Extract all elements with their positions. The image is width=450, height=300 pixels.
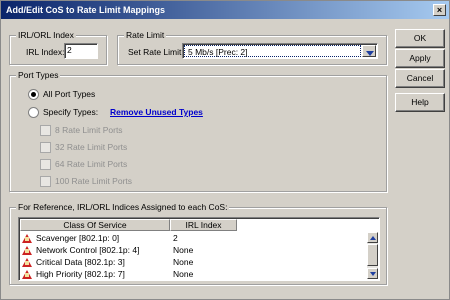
checkbox-64-rate-limit-ports-label: 64 Rate Limit Ports (55, 159, 128, 169)
table-row[interactable]: High Priority [802.1p: 7] None (20, 269, 368, 280)
specify-types-radio[interactable] (28, 107, 39, 118)
checkbox-8-rate-limit-ports-label: 8 Rate Limit Ports (55, 125, 123, 135)
checkbox-64-rate-limit-ports[interactable] (40, 159, 51, 170)
scroll-up-icon[interactable] (367, 232, 378, 243)
dialog-window: Add/Edit CoS to Rate Limit Mappings × IR… (0, 0, 450, 300)
checkbox-8-rate-limit-ports[interactable] (40, 125, 51, 136)
irl-index-group-label: IRL/ORL Index (16, 30, 76, 41)
rate-limit-selected-value: 5 Mb/s [Prec: 2] (184, 45, 361, 57)
checkbox-100-rate-limit-ports[interactable] (40, 176, 51, 187)
irl-index-label: IRL Index: (26, 47, 65, 57)
irl-index-cell: None (173, 245, 194, 255)
warning-icon (22, 258, 32, 267)
irl-index-cell: 2 (173, 233, 178, 243)
ok-button[interactable]: OK (395, 29, 445, 48)
column-header-irl-index[interactable]: IRL Index (170, 219, 237, 231)
cos-reference-table[interactable]: Class Of Service IRL Index Scavenger [80… (18, 217, 380, 281)
title-bar: Add/Edit CoS to Rate Limit Mappings × (1, 1, 449, 19)
close-button[interactable]: × (433, 4, 446, 16)
table-row[interactable]: Network Control [802.1p: 4] None (20, 245, 368, 256)
warning-icon (22, 246, 32, 255)
cos-cell: High Priority [802.1p: 7] (36, 269, 125, 279)
irl-index-input[interactable]: 2 (64, 43, 98, 59)
chevron-down-icon[interactable] (362, 45, 376, 57)
help-button[interactable]: Help (395, 93, 445, 112)
table-row[interactable]: Critical Data [802.1p: 3] None (20, 257, 368, 268)
all-port-types-radio[interactable] (28, 89, 39, 100)
checkbox-32-rate-limit-ports-label: 32 Rate Limit Ports (55, 142, 128, 152)
checkbox-32-rate-limit-ports[interactable] (40, 142, 51, 153)
column-header-class-of-service[interactable]: Class Of Service (20, 219, 170, 231)
checkbox-100-rate-limit-ports-label: 100 Rate Limit Ports (55, 176, 133, 186)
scroll-down-icon[interactable] (367, 268, 378, 279)
cos-cell: Network Control [802.1p: 4] (36, 245, 140, 255)
all-port-types-label: All Port Types (43, 89, 96, 99)
rate-limit-group-label: Rate Limit (124, 30, 167, 41)
cancel-button[interactable]: Cancel (395, 69, 445, 88)
irl-index-cell: None (173, 269, 194, 279)
set-rate-limit-label: Set Rate Limit: (128, 47, 184, 57)
reference-group: For Reference, IRL/ORL Indices Assigned … (9, 202, 387, 285)
irl-index-group: IRL/ORL Index IRL Index: 2 (9, 30, 107, 65)
remove-unused-types-link[interactable]: Remove Unused Types (110, 107, 203, 118)
window-title: Add/Edit CoS to Rate Limit Mappings (6, 5, 165, 15)
vertical-scrollbar[interactable] (367, 232, 378, 279)
scroll-thumb[interactable] (367, 244, 378, 266)
warning-icon (22, 234, 32, 243)
irl-index-cell: None (173, 257, 194, 267)
warning-icon (22, 270, 32, 279)
port-types-group-label: Port Types (16, 70, 61, 81)
specify-types-label: Specify Types: (43, 107, 99, 117)
reference-group-label: For Reference, IRL/ORL Indices Assigned … (16, 202, 230, 213)
table-row[interactable]: Scavenger [802.1p: 0] 2 (20, 233, 368, 244)
rate-limit-group: Rate Limit Set Rate Limit: 5 Mb/s [Prec:… (117, 30, 387, 65)
apply-button[interactable]: Apply (395, 49, 445, 68)
cos-cell: Critical Data [802.1p: 3] (36, 257, 125, 267)
cos-cell: Scavenger [802.1p: 0] (36, 233, 120, 243)
port-types-group: Port Types All Port Types Specify Types:… (9, 70, 387, 192)
rate-limit-select[interactable]: 5 Mb/s [Prec: 2] (182, 43, 378, 59)
